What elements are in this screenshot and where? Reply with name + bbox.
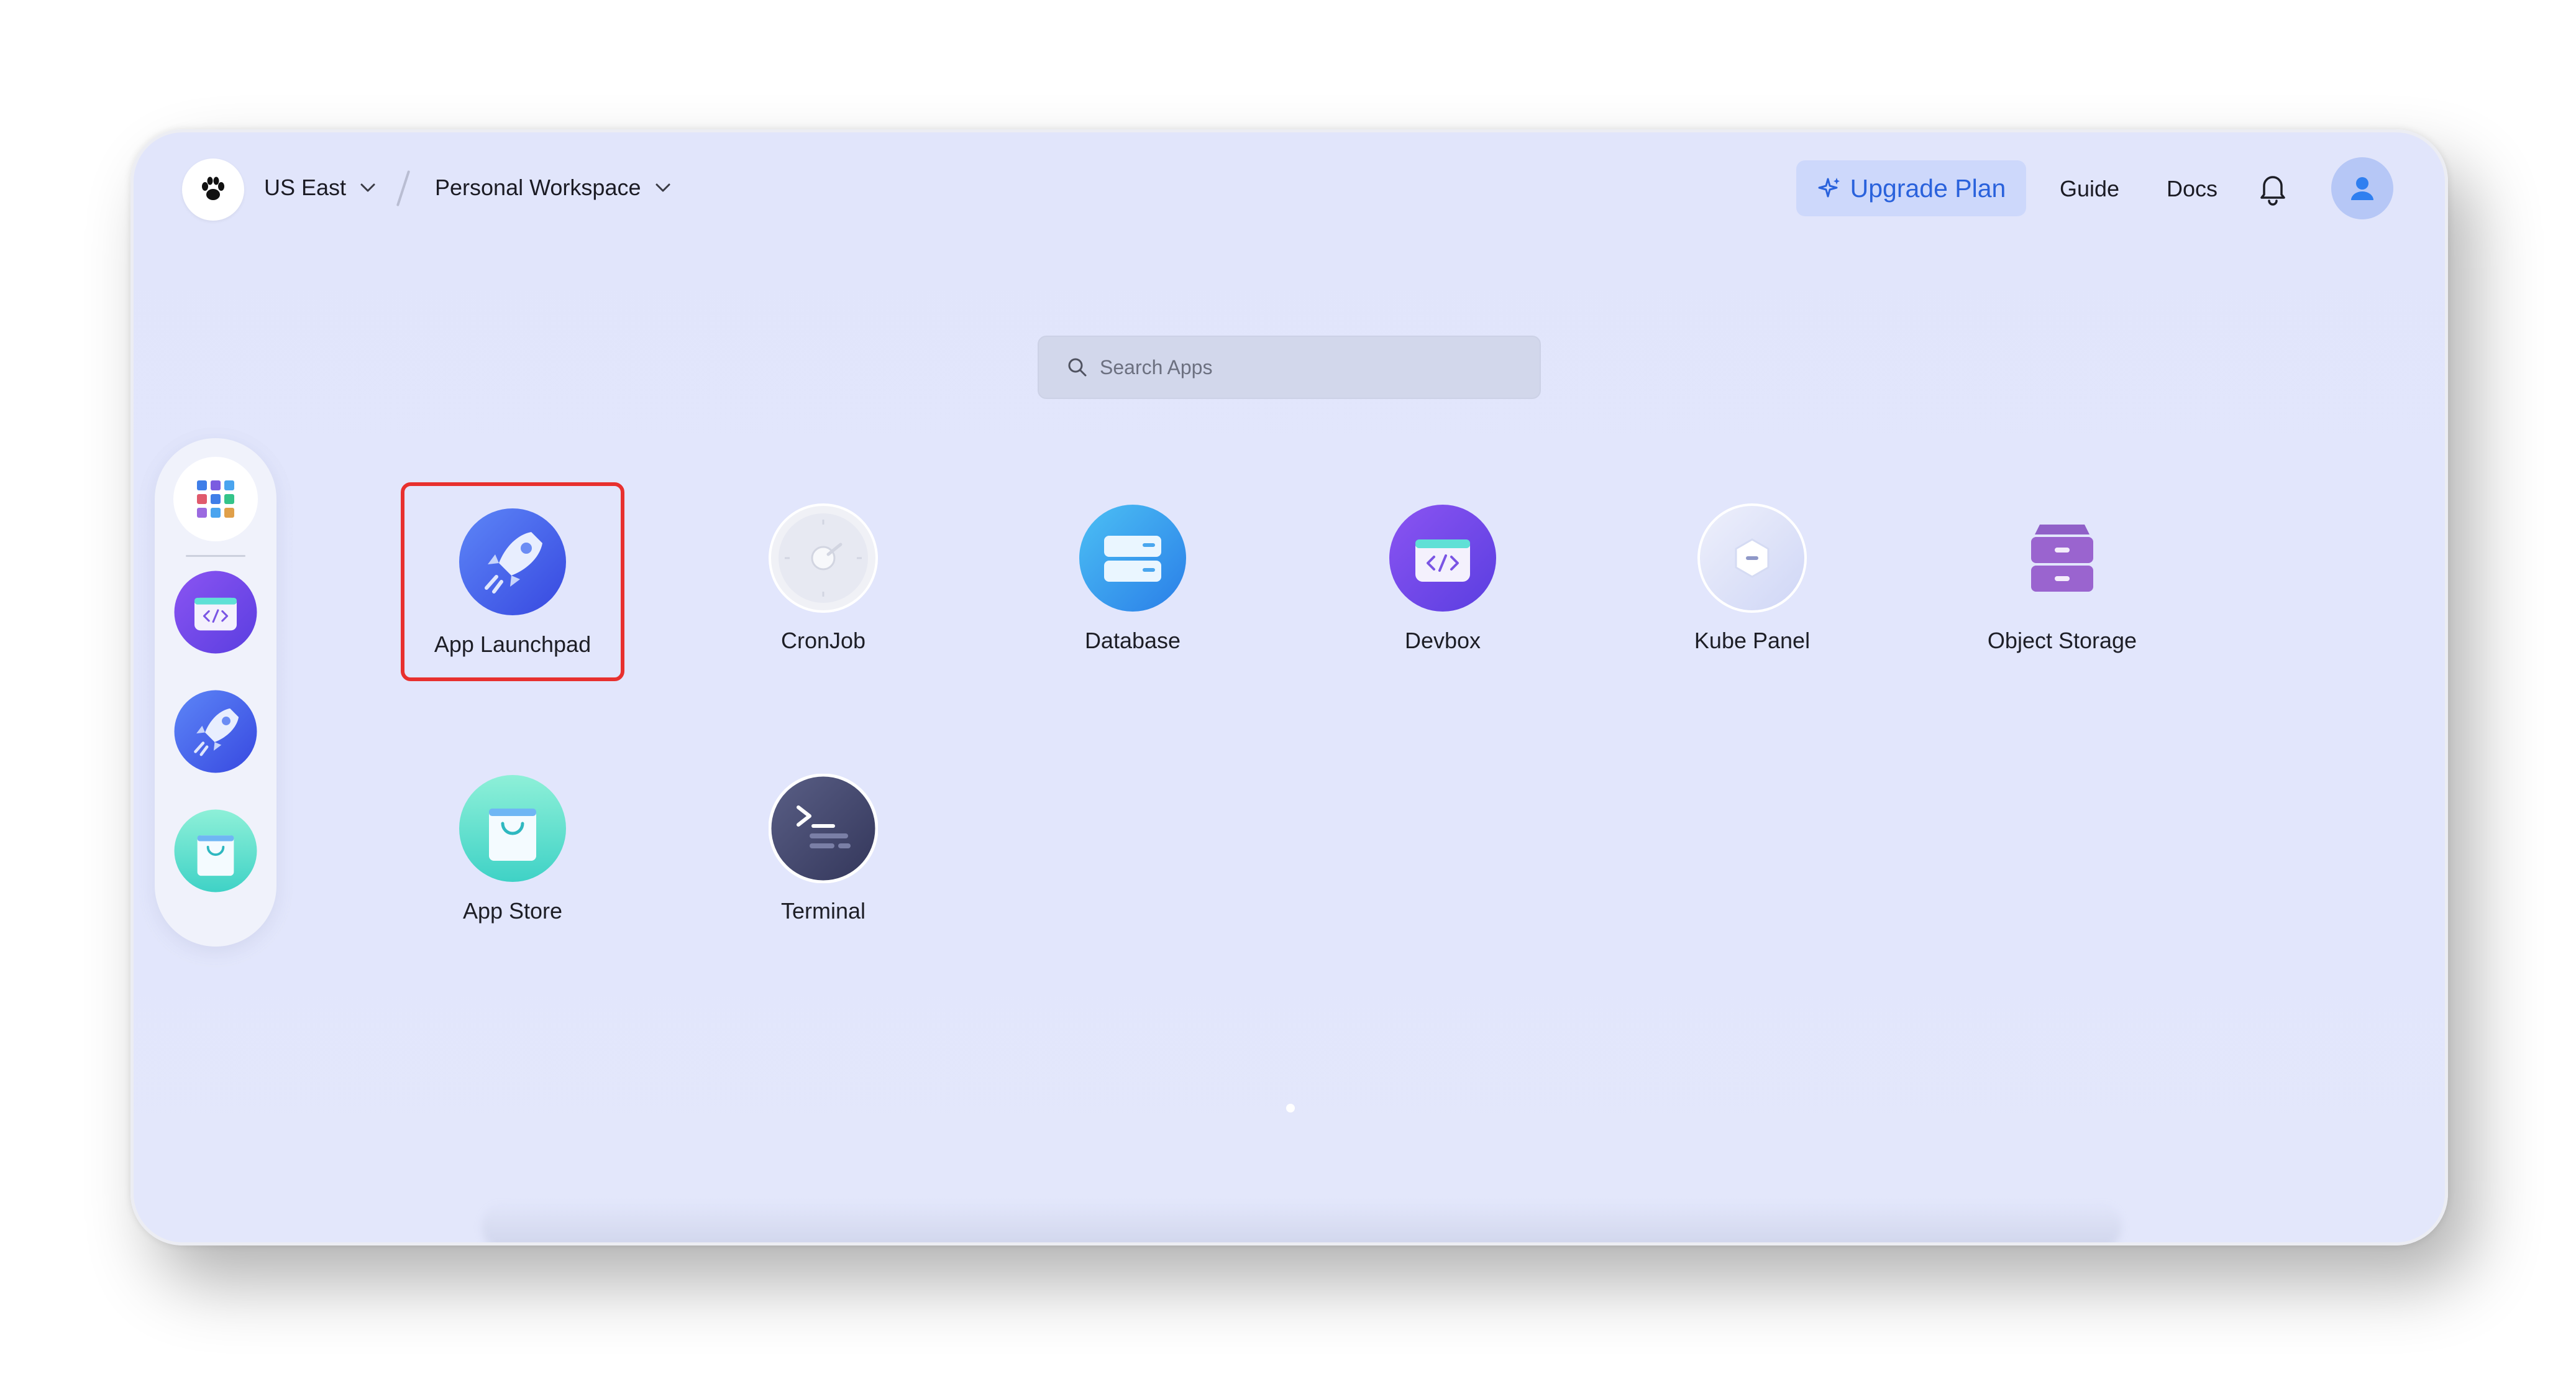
workspace-label: Personal Workspace bbox=[435, 175, 641, 200]
chevron-down-icon bbox=[655, 183, 670, 192]
chevron-down-icon bbox=[360, 183, 375, 192]
region-selector[interactable]: US East bbox=[264, 175, 376, 201]
devbox-icon bbox=[1388, 503, 1497, 613]
paw-icon bbox=[202, 177, 224, 200]
storage-cabinet-icon bbox=[2007, 503, 2117, 613]
app-label: App Launchpad bbox=[434, 631, 591, 657]
shopping-bag-icon bbox=[458, 774, 567, 883]
rocket-icon bbox=[174, 690, 257, 773]
clock-icon bbox=[769, 503, 878, 613]
app-tile-app-launchpad[interactable]: App Launchpad bbox=[401, 482, 624, 681]
app-label: Terminal bbox=[780, 898, 866, 924]
app-tile-devbox[interactable]: Devbox bbox=[1331, 482, 1555, 681]
region-label: US East bbox=[264, 175, 347, 200]
shopping-bag-icon bbox=[174, 809, 257, 892]
app-tile-kube-panel[interactable]: Kube Panel bbox=[1640, 482, 1864, 681]
dock-item-app-store[interactable] bbox=[173, 809, 258, 893]
search-input[interactable] bbox=[1098, 355, 1474, 380]
app-label: Object Storage bbox=[1987, 628, 2137, 653]
app-tile-object-storage[interactable]: Object Storage bbox=[1950, 482, 2174, 681]
workspace-selector[interactable]: Personal Workspace bbox=[435, 175, 671, 201]
page-indicator-dot[interactable] bbox=[1286, 1104, 1295, 1112]
dock-divider bbox=[186, 555, 245, 557]
app-label: CronJob bbox=[780, 628, 866, 653]
user-avatar[interactable] bbox=[2331, 157, 2393, 219]
brand-logo[interactable] bbox=[182, 158, 244, 221]
devbox-icon bbox=[174, 571, 257, 654]
upgrade-plan-button[interactable]: Upgrade Plan bbox=[1796, 160, 2026, 216]
app-tile-terminal[interactable]: Terminal bbox=[711, 753, 935, 952]
docs-link[interactable]: Docs bbox=[2167, 176, 2217, 202]
dock-item-app-launchpad[interactable] bbox=[173, 689, 258, 774]
app-tile-app-store[interactable]: App Store bbox=[401, 753, 624, 952]
search-icon bbox=[1068, 358, 1087, 377]
sparkle-icon bbox=[1818, 178, 1840, 198]
app-label: Database bbox=[1084, 628, 1181, 653]
rocket-icon bbox=[458, 507, 567, 617]
dock-apps-grid[interactable] bbox=[173, 457, 258, 541]
user-icon bbox=[2351, 177, 2373, 200]
hexagon-icon bbox=[1697, 503, 1807, 613]
guide-link[interactable]: Guide bbox=[2060, 176, 2119, 202]
app-dock bbox=[155, 438, 276, 947]
apps-grid-icon bbox=[197, 480, 234, 518]
window-bottom-shade bbox=[482, 1201, 2122, 1242]
app-tile-database[interactable]: Database bbox=[1021, 482, 1245, 681]
dock-item-devbox[interactable] bbox=[173, 570, 258, 654]
desktop-window: US East Personal Workspace Upgrade Plan … bbox=[130, 129, 2448, 1245]
bell-icon bbox=[2260, 176, 2285, 206]
terminal-icon bbox=[768, 773, 879, 884]
app-label: Kube Panel bbox=[1694, 628, 1811, 653]
app-label: Devbox bbox=[1404, 628, 1481, 653]
notifications-button[interactable] bbox=[2255, 170, 2290, 207]
app-tile-cronjob[interactable]: CronJob bbox=[711, 482, 935, 681]
upgrade-plan-label: Upgrade Plan bbox=[1850, 173, 2006, 203]
search-bar[interactable] bbox=[1038, 336, 1541, 399]
breadcrumb-separator bbox=[396, 170, 411, 207]
database-icon bbox=[1078, 503, 1187, 613]
app-label: App Store bbox=[462, 898, 563, 924]
